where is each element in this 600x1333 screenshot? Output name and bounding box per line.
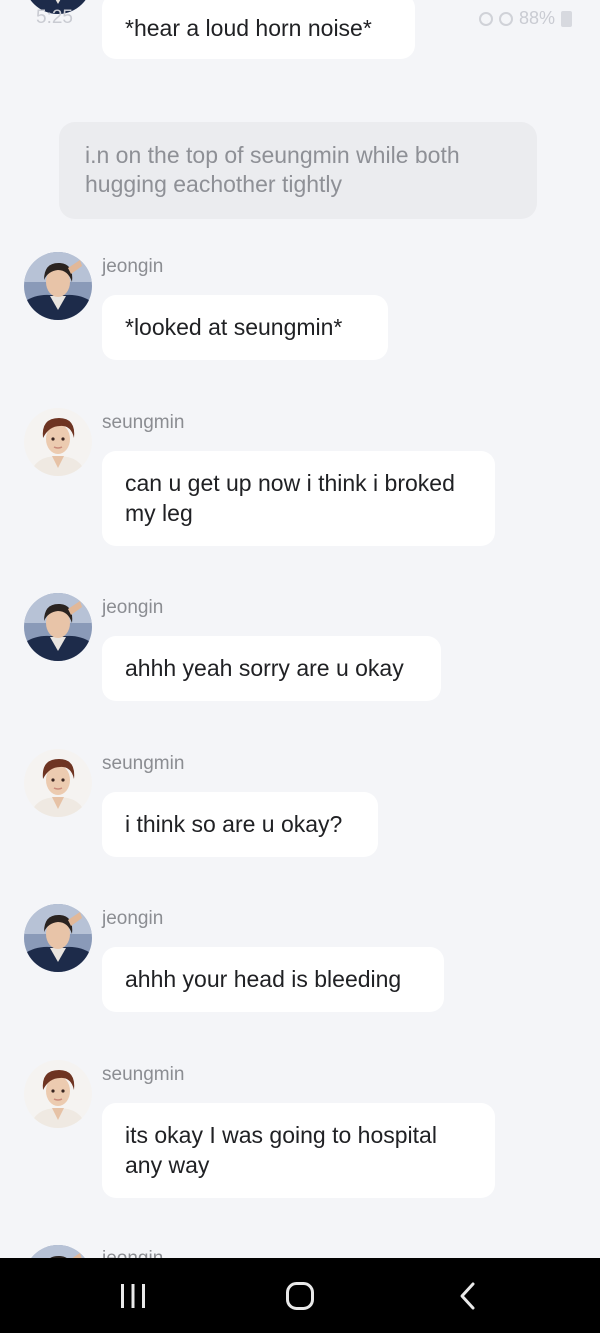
message-bubble[interactable]: *looked at seungmin* (102, 295, 388, 360)
message-bubble[interactable]: i think so are u okay? (102, 792, 378, 857)
message-text: its okay I was going to hospital any way (125, 1122, 437, 1178)
seungmin-avatar[interactable] (24, 1060, 92, 1128)
message-text: *looked at seungmin* (125, 314, 343, 340)
sender-name: jeongin (102, 1248, 163, 1258)
seungmin-avatar[interactable] (24, 749, 92, 817)
message-bubble[interactable]: ahhh yeah sorry are u okay (102, 636, 441, 701)
battery-icon (561, 10, 572, 27)
sender-name: jeongin (102, 597, 164, 618)
sender-name: jeongin (102, 256, 164, 277)
seungmin-avatar[interactable] (24, 408, 92, 476)
message-text: *hear a loud horn noise* (125, 15, 372, 41)
message-text: ahhh your head is bleeding (125, 966, 402, 992)
message-bubble[interactable]: can u get up now i think i broked my leg (102, 451, 495, 546)
sender-name: jeongin (102, 908, 164, 929)
message-text: can u get up now i think i broked my leg (125, 470, 455, 526)
status-icons: 88% (478, 8, 572, 29)
recent-apps-icon (121, 1284, 145, 1308)
home-button[interactable] (280, 1276, 320, 1316)
back-icon (460, 1282, 475, 1310)
message-text: ahhh yeah sorry are u okay (125, 655, 404, 681)
message-bubble[interactable]: its okay I was going to hospital any way (102, 1103, 495, 1198)
wifi-icon (498, 11, 513, 26)
sender-name: seungmin (102, 412, 185, 433)
jeongin-avatar[interactable] (24, 904, 92, 972)
sender-name: seungmin (102, 753, 185, 774)
chat-thread[interactable]: *hear a loud horn noise* i.n on the top … (0, 0, 600, 1258)
status-time: 5:25 (36, 7, 73, 28)
narration-bubble: i.n on the top of seungmin while both hu… (59, 122, 537, 219)
jeongin-avatar[interactable] (24, 593, 92, 661)
message-text: i think so are u okay? (125, 811, 343, 837)
sender-name: seungmin (102, 1064, 185, 1085)
message-bubble[interactable]: *hear a loud horn noise* (102, 0, 415, 59)
jeongin-avatar[interactable] (24, 1245, 92, 1258)
home-icon (286, 1282, 314, 1310)
navigation-bar (0, 1258, 600, 1333)
jeongin-avatar[interactable] (24, 252, 92, 320)
battery-percent: 88% (518, 8, 555, 28)
back-button[interactable] (448, 1276, 488, 1316)
message-bubble[interactable]: ahhh your head is bleeding (102, 947, 444, 1012)
recent-apps-button[interactable] (113, 1276, 153, 1316)
alarm-icon (478, 11, 493, 26)
narration-text: i.n on the top of seungmin while both hu… (85, 142, 460, 197)
